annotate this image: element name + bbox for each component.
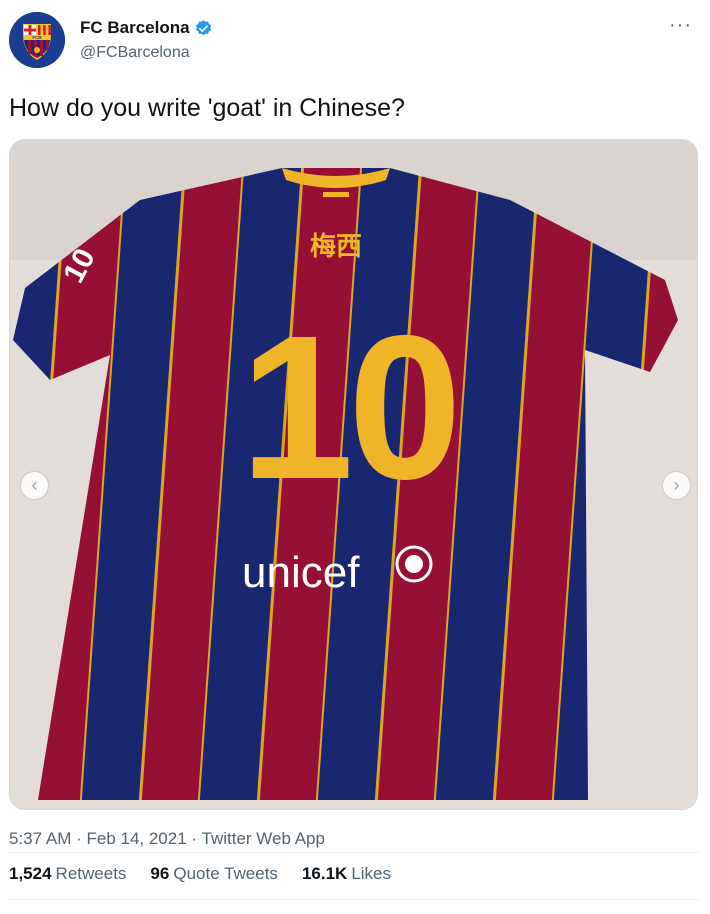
retweets-count: 1,524 bbox=[9, 864, 52, 883]
author-display-name[interactable]: FC Barcelona bbox=[80, 18, 190, 38]
retweets-label: Retweets bbox=[55, 864, 127, 883]
jersey-sponsor: unicef bbox=[242, 548, 360, 597]
likes-label: Likes bbox=[351, 864, 391, 883]
jersey-name: 梅西 bbox=[310, 231, 362, 262]
jersey-photo: 梅西 10 10 unicef bbox=[10, 140, 697, 809]
meta-separator: · bbox=[71, 829, 87, 848]
tweet-date[interactable]: Feb 14, 2021 bbox=[86, 829, 186, 848]
retweets-stat[interactable]: 1,524 Retweets bbox=[9, 864, 126, 884]
divider bbox=[9, 852, 701, 853]
quote-tweets-label: Quote Tweets bbox=[173, 864, 278, 883]
meta-separator: · bbox=[186, 829, 202, 848]
tweet-stats: 1,524 Retweets 96 Quote Tweets 16.1K Likes bbox=[9, 864, 391, 884]
tweet-time[interactable]: 5:37 AM bbox=[9, 829, 71, 848]
quote-tweets-count: 96 bbox=[150, 864, 170, 883]
divider bbox=[9, 899, 701, 900]
author-handle[interactable]: @FCBarcelona bbox=[80, 44, 190, 62]
jersey-number: 10 bbox=[240, 293, 456, 522]
tweet-meta: 5:37 AM · Feb 14, 2021 · Twitter Web App bbox=[9, 829, 325, 849]
tweet-header: FCB FC Barcelona @FCBarcelona ··· bbox=[0, 0, 710, 80]
avatar[interactable]: FCB bbox=[9, 12, 65, 68]
quote-tweets-stat[interactable]: 96 Quote Tweets bbox=[150, 864, 278, 884]
verified-badge-icon bbox=[195, 19, 211, 35]
author-name-row[interactable]: FC Barcelona bbox=[80, 18, 213, 38]
tweet-media[interactable]: 梅西 10 10 unicef bbox=[9, 139, 698, 810]
previous-image-button[interactable]: ‹ bbox=[21, 472, 48, 499]
tweet-source[interactable]: Twitter Web App bbox=[202, 829, 325, 848]
avatar-crest-text: FCB bbox=[32, 35, 42, 40]
tweet-text: How do you write 'goat' in Chinese? bbox=[9, 94, 405, 122]
likes-stat[interactable]: 16.1K Likes bbox=[302, 864, 391, 884]
fc-barcelona-crest-icon: FCB bbox=[9, 12, 65, 68]
next-image-button[interactable]: › bbox=[663, 472, 690, 499]
more-options-icon[interactable]: ··· bbox=[669, 14, 692, 37]
likes-count: 16.1K bbox=[301, 864, 348, 883]
